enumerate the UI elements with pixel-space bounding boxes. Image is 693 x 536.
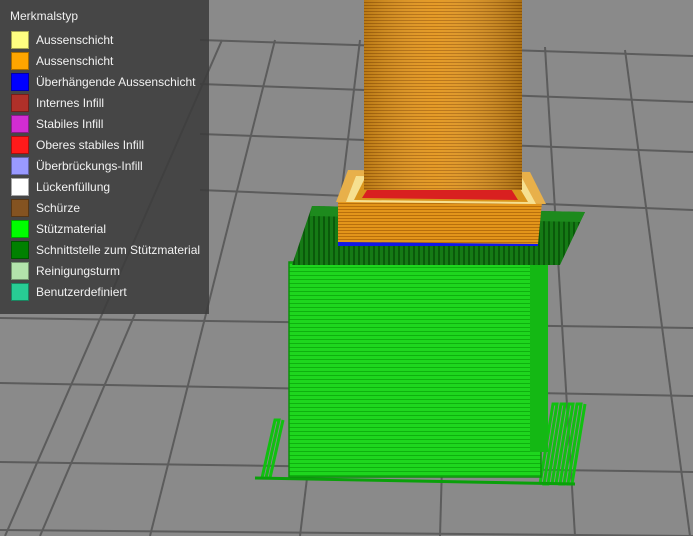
legend-item-label: Lückenfüllung xyxy=(36,180,111,194)
legend-item: Oberes stabiles Infill xyxy=(0,135,209,156)
legend-item: Schürze xyxy=(0,198,209,219)
legend-item-label: Schnittstelle zum Stützmaterial xyxy=(36,243,201,257)
legend-item-label: Aussenschicht xyxy=(36,33,114,47)
legend-item-label: Überbrückungs-Infill xyxy=(36,159,143,173)
legend-item-label: Benutzerdefiniert xyxy=(36,285,127,299)
legend-color-swatch xyxy=(11,31,29,49)
legend-item-label: Aussenschicht xyxy=(36,54,114,68)
legend-item-label: Überhängende Aussenschicht xyxy=(36,75,196,89)
legend-item-label: Stabiles Infill xyxy=(36,117,104,131)
legend-title: Merkmalstyp xyxy=(10,9,79,23)
feature-type-legend: Merkmalstyp Aussenschicht Aussenschicht Üb… xyxy=(0,0,209,314)
legend-item: Stützmaterial xyxy=(0,219,209,240)
legend-item: Lückenfüllung xyxy=(0,177,209,198)
legend-color-swatch xyxy=(11,157,29,175)
legend-color-swatch xyxy=(11,136,29,154)
legend-list: Aussenschicht Aussenschicht Überhängende A… xyxy=(0,30,209,303)
legend-item: Stabiles Infill xyxy=(0,114,209,135)
legend-color-swatch xyxy=(11,52,29,70)
legend-color-swatch xyxy=(11,178,29,196)
legend-item-label: Schürze xyxy=(36,201,81,215)
legend-color-swatch xyxy=(11,199,29,217)
legend-item: Schnittstelle zum Stützmaterial xyxy=(0,240,209,261)
legend-color-swatch xyxy=(11,115,29,133)
legend-item: Aussenschicht xyxy=(0,30,209,51)
legend-color-swatch xyxy=(11,94,29,112)
legend-color-swatch xyxy=(11,241,29,259)
support-block xyxy=(289,262,541,477)
legend-item-label: Internes Infill xyxy=(36,96,105,110)
legend-item: Benutzerdefiniert xyxy=(0,282,209,303)
legend-item: Überbrückungs-Infill xyxy=(0,156,209,177)
legend-item-label: Oberes stabiles Infill xyxy=(36,138,145,152)
legend-item-label: Stützmaterial xyxy=(36,222,107,236)
legend-item: Reinigungsturm xyxy=(0,261,209,282)
legend-color-swatch xyxy=(11,73,29,91)
legend-item-label: Reinigungsturm xyxy=(36,264,121,278)
legend-item: Internes Infill xyxy=(0,93,209,114)
legend-color-swatch xyxy=(11,220,29,238)
legend-color-swatch xyxy=(11,283,29,301)
legend-color-swatch xyxy=(11,262,29,280)
3d-preview-viewport[interactable]: Merkmalstyp Aussenschicht Aussenschicht Üb… xyxy=(0,0,693,536)
object-base xyxy=(338,200,542,244)
legend-item: Überhängende Aussenschicht xyxy=(0,72,209,93)
legend-item: Aussenschicht xyxy=(0,51,209,72)
